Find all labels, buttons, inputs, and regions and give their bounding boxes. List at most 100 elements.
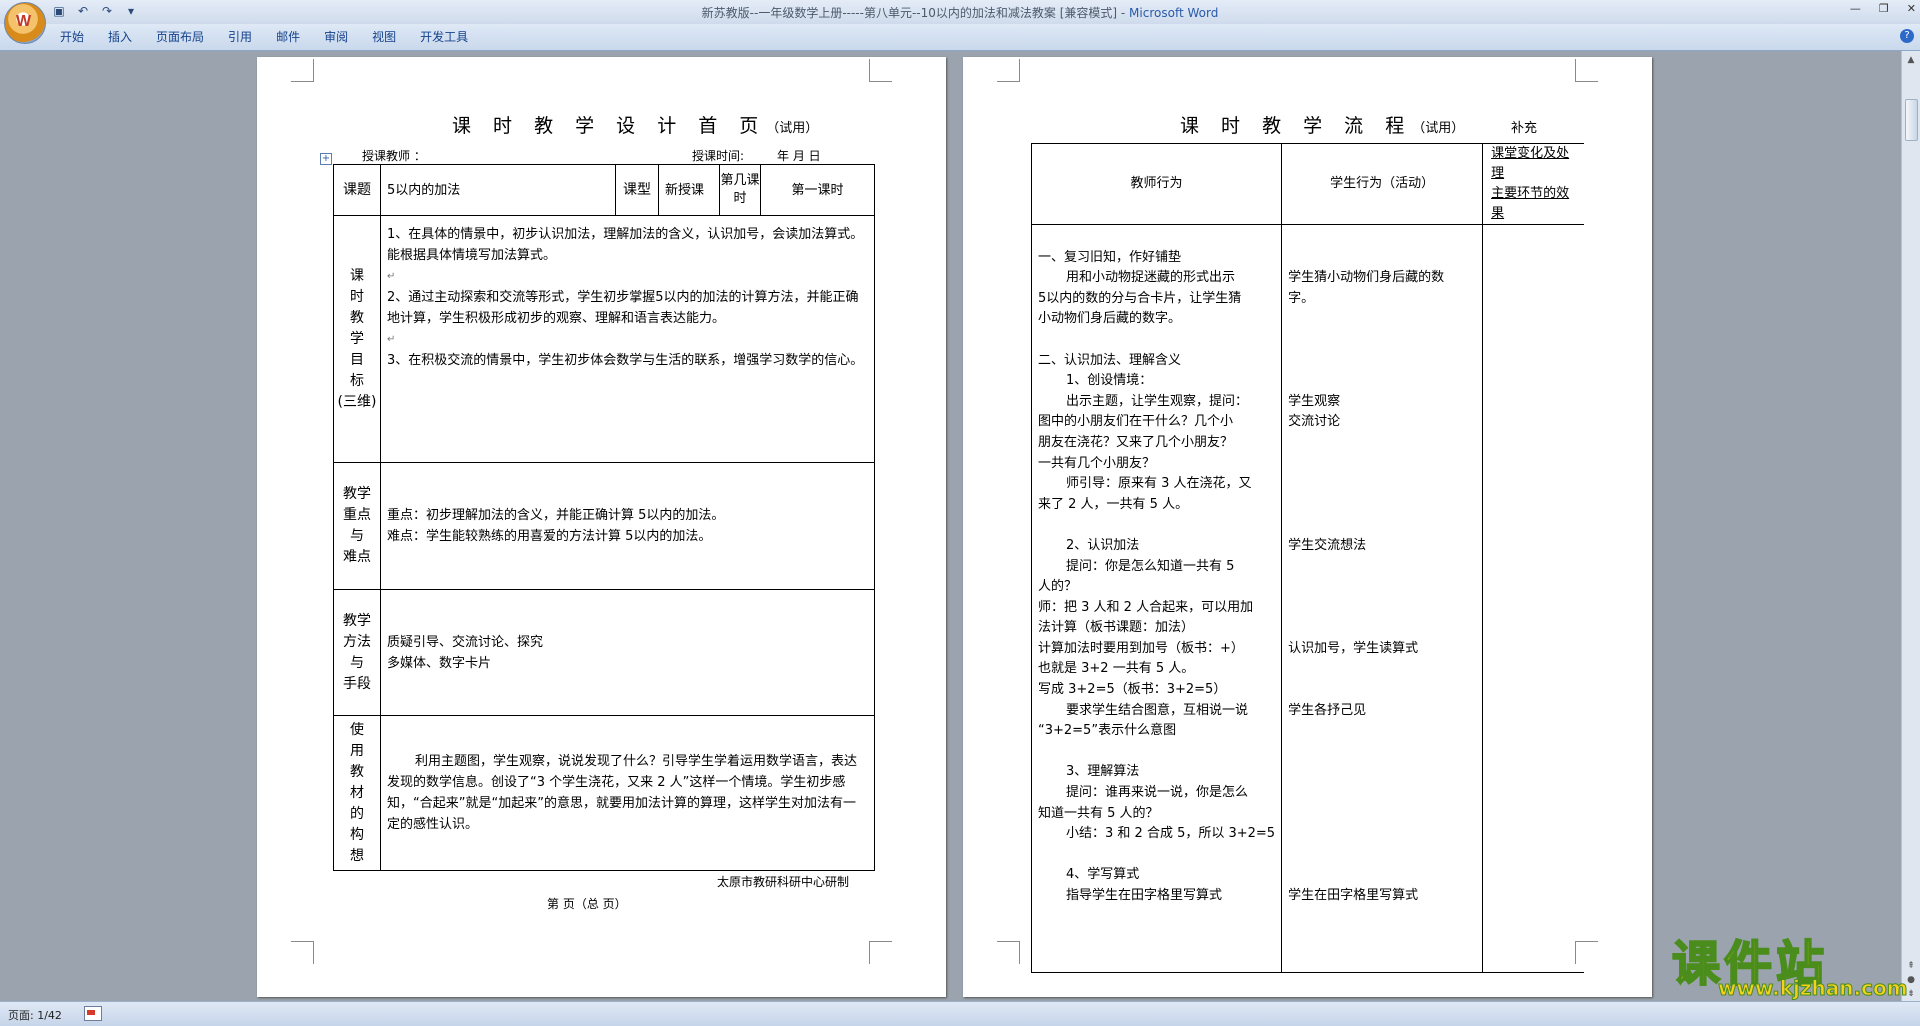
help-icon[interactable]: ?	[1900, 29, 1914, 43]
material-cell[interactable]: 利用主题图，学生观察，说说发现了什么？引导学生学着运用数学语言，表达发现的数学信…	[380, 715, 875, 871]
which-lesson-value[interactable]: 第一课时	[760, 164, 875, 216]
type-label: 课型	[615, 164, 659, 216]
table-row: 使 用 教 材 的 构 想 利用主题图，学生观察，说说发现了什么？引导学生学着运…	[333, 715, 875, 871]
flow-line	[1288, 309, 1476, 330]
flow-line	[1288, 371, 1476, 392]
page-2: 课 时 教 学 流 程（试用） 补充 教师行为 学生行为（活动） 课堂变化及处理…	[963, 57, 1652, 997]
goals-label-char: 教	[350, 309, 364, 326]
flow-line	[1038, 742, 1275, 763]
flow-line	[1288, 824, 1476, 845]
watermark-logo: 课件站 www.kjzhan.com	[1666, 926, 1908, 1001]
material-label: 使 用 教 材 的 构 想	[333, 715, 381, 871]
flow-line: 3、理解算法	[1066, 764, 1140, 780]
ribbon: 开始 插入 页面布局 引用 邮件 审阅 视图 开发工具 ?	[0, 24, 1920, 51]
window-controls: — ❐ ✕	[1850, 2, 1916, 15]
flow-line	[1288, 804, 1476, 825]
material-label-char: 材	[350, 784, 364, 801]
flow-line	[1038, 227, 1275, 248]
footer-page-number: 第 页（总 页）	[547, 897, 627, 911]
table-move-handle-icon[interactable]: +	[320, 153, 332, 165]
goals-label-char: 目	[350, 351, 364, 368]
keypoints-cell[interactable]: 重点：初步理解加法的含义，并能正确计算 5以内的加法。 难点：学生能较熟练的用喜…	[380, 462, 875, 590]
close-icon[interactable]: ✕	[1907, 2, 1916, 15]
flow-line	[1288, 433, 1476, 454]
previous-page-icon[interactable]: ⇞	[1905, 961, 1917, 971]
page-title-suffix: （试用）	[1412, 121, 1465, 136]
flow-line: 来了 2 人，一共有 5 人。	[1038, 496, 1189, 512]
lesson-flow-table: 教师行为 学生行为（活动） 课堂变化及处理 主要环节的效果 一、复习旧知，作好铺…	[1030, 143, 1584, 973]
tab-mailings[interactable]: 邮件	[264, 29, 312, 45]
keypoints-label-part: 重点	[343, 507, 371, 523]
restore-icon[interactable]: ❐	[1879, 2, 1889, 15]
tab-view[interactable]: 视图	[360, 29, 408, 45]
keypoints-label-part: 与	[350, 528, 364, 544]
tab-page-layout[interactable]: 页面布局	[144, 29, 216, 45]
topic-value[interactable]: 5以内的加法	[380, 164, 616, 216]
proofing-icon[interactable]	[84, 1006, 102, 1021]
page-1: 课 时 教 学 设 计 首 页（试用） + 授课教师 ： 授课时间: 年 月 日…	[257, 57, 946, 997]
flow-line: 4、学写算式	[1066, 867, 1140, 883]
topic-label: 课题	[333, 164, 381, 216]
crop-mark	[291, 941, 314, 964]
flow-line: 5以内的数的分与合卡片，让学生猜	[1038, 290, 1242, 306]
table-row: 教学 方法 与 手段 质疑引导、交流讨论、探究 多媒体、数字卡片	[333, 589, 875, 716]
tab-home[interactable]: 开始	[48, 29, 96, 45]
flow-line	[1038, 515, 1275, 536]
minimize-icon[interactable]: —	[1850, 2, 1861, 15]
page-title-suffix: （试用）	[766, 121, 819, 136]
flow-line: 师引导：原来有 3 人在浇花，又	[1066, 476, 1252, 492]
material-label-char: 使	[350, 721, 364, 738]
table-row: 课 时 教 学 目 标 (三维) 1、在具体的情景中，初步认识加法，理解加法的含…	[333, 215, 875, 463]
ribbon-tabs: 开始 插入 页面布局 引用 邮件 审阅 视图 开发工具	[48, 29, 480, 45]
page-title-text: 课 时 教 学 设 计 首 页	[452, 115, 767, 137]
table-row: 一、复习旧知，作好铺垫 用和小动物捉迷藏的形式出示 5以内的数的分与合卡片，让学生猜…	[1030, 224, 1584, 973]
flow-line: 小结：3 和 2 合成 5，所以 3+2=5	[1066, 826, 1276, 842]
footer-org: 太原市教研科研中心研制	[717, 875, 850, 889]
office-logo-icon: W	[16, 13, 32, 30]
method-item: 质疑引导、交流讨论、探究	[387, 634, 544, 650]
goals-cell[interactable]: 1、在具体的情景中，初步认识加法，理解加法的含义，认识加号，会读加法算式。能根据…	[380, 215, 875, 463]
flow-line: 二、认识加法、理解含义	[1038, 352, 1182, 368]
flow-line: 2、认识加法	[1066, 537, 1140, 553]
goals-label-char: 标	[350, 372, 364, 389]
keypoint-item: 难点：学生能较熟练的用喜爱的方法计算 5以内的加法。	[387, 529, 712, 544]
tab-references[interactable]: 引用	[216, 29, 264, 45]
flow-line	[1288, 618, 1476, 639]
tab-review[interactable]: 审阅	[312, 29, 360, 45]
flow-line	[1038, 845, 1275, 866]
flow-line: 学生观察	[1288, 393, 1341, 409]
methods-cell[interactable]: 质疑引导、交流讨论、探究 多媒体、数字卡片	[380, 589, 875, 716]
material-label-char: 构	[350, 826, 364, 843]
status-bar: 页面: 1/42	[0, 1001, 1920, 1026]
flow-line	[1288, 865, 1476, 886]
teacher-actions-cell[interactable]: 一、复习旧知，作好铺垫 用和小动物捉迷藏的形式出示 5以内的数的分与合卡片，让学生猜…	[1030, 224, 1283, 973]
tab-developer[interactable]: 开发工具	[408, 29, 480, 45]
keypoints-label-part: 难点	[343, 549, 371, 565]
flow-line: 指导学生在田字格里写算式	[1066, 888, 1223, 903]
lesson-design-table: 课题 5以内的加法 课型 新授课 第几课时 第一课时 课 时 教 学 目 标 (…	[333, 164, 875, 871]
flow-line	[1288, 515, 1476, 536]
which-lesson-label: 第几课时	[719, 164, 761, 216]
vertical-scrollbar[interactable]: ▲ ⇞ ● ⇟	[1901, 51, 1920, 1001]
flow-line: 一共有几个小朋友？	[1038, 455, 1156, 471]
window-title: 新苏教版--一年级数学上册-----第八单元--10以内的加法和减法教案 [兼容…	[0, 4, 1920, 21]
office-button[interactable]: W	[4, 2, 46, 44]
paragraph-mark: ↵	[387, 334, 396, 345]
flow-line	[1288, 598, 1476, 619]
crop-mark	[291, 59, 314, 82]
student-actions-cell[interactable]: 学生猜小动物们身后藏的数 字。 学生观察 交流讨论 学生交流想法 认识加号，学生读算式 学生…	[1281, 224, 1484, 973]
flow-line: 提问：谁再来说一说，你是怎么	[1066, 785, 1249, 801]
goals-label-char: 时	[350, 288, 364, 305]
flow-line: 学生猜小动物们身后藏的数	[1288, 270, 1445, 286]
scroll-up-icon[interactable]: ▲	[1905, 55, 1917, 65]
methods-label-part: 手段	[343, 675, 371, 692]
flow-line	[1038, 330, 1275, 351]
type-value[interactable]: 新授课	[658, 164, 720, 216]
change-notes-cell[interactable]	[1482, 224, 1584, 973]
tab-insert[interactable]: 插入	[96, 29, 144, 45]
column-header-student: 学生行为（活动）	[1281, 143, 1484, 225]
flow-line: 师：把 3 人和 2 人合起来，可以用加	[1038, 599, 1254, 615]
page-count[interactable]: 页面: 1/42	[8, 1007, 62, 1023]
scroll-thumb[interactable]	[1905, 99, 1918, 141]
teacher-label: 授课教师 ：	[362, 149, 426, 163]
